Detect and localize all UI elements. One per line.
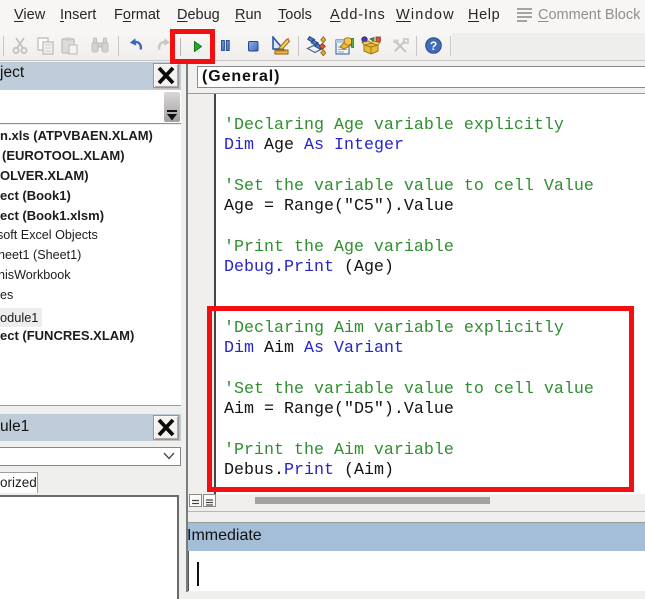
svg-text:?: ?: [430, 39, 437, 53]
